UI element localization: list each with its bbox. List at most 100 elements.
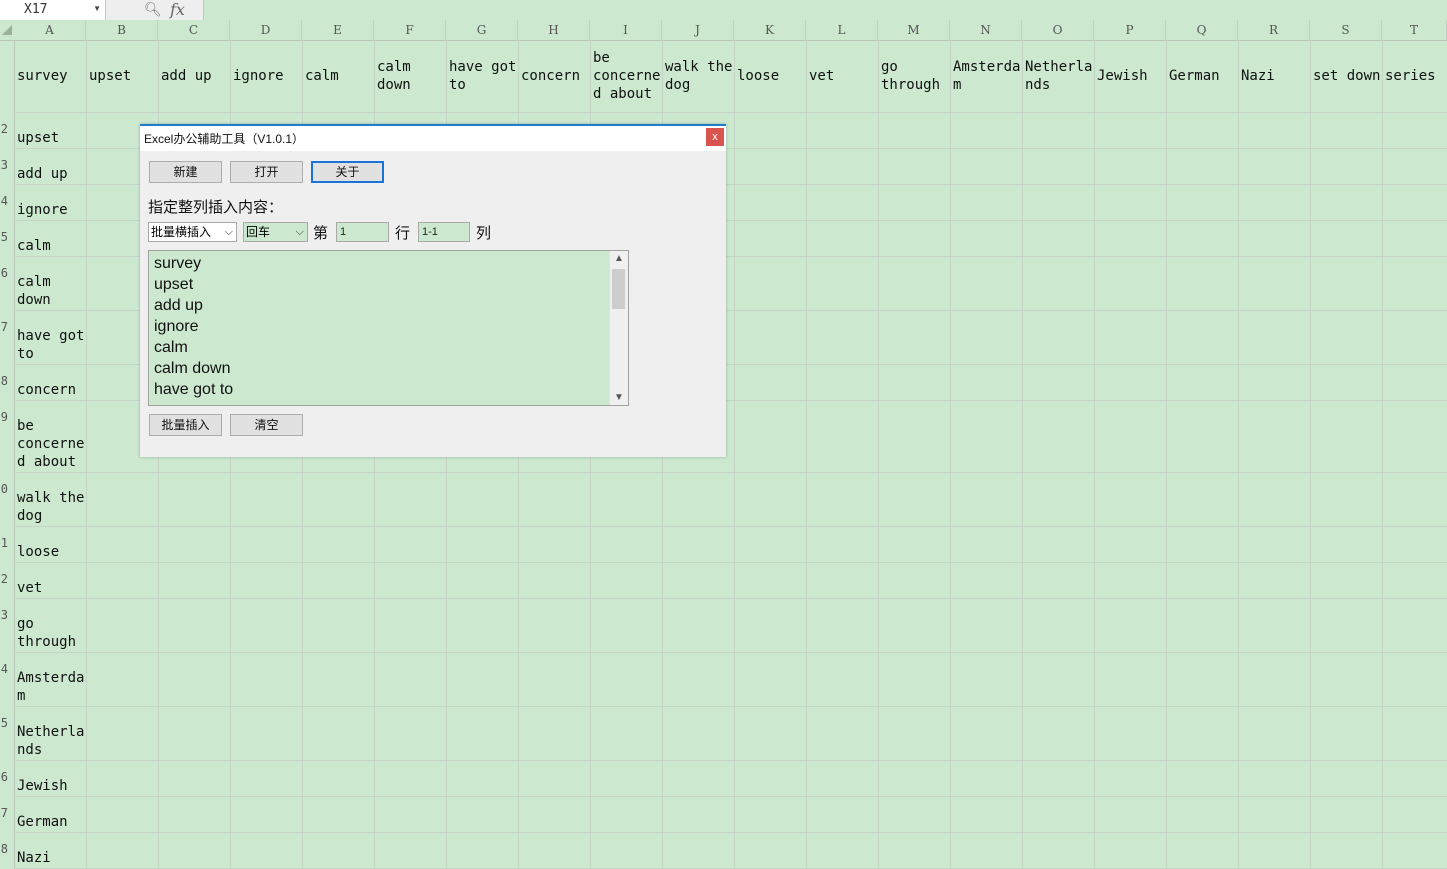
cell-text: be concerne d about (17, 418, 85, 470)
cell-text: vet (17, 580, 43, 596)
column-header-n[interactable]: N (950, 20, 1022, 40)
column-header-a[interactable]: A (14, 20, 86, 40)
cell-text: Nazi (17, 850, 51, 866)
chevron-down-icon[interactable]: ▼ (93, 4, 101, 13)
separator-select-value: 回车 (246, 225, 271, 239)
grid-row-line (14, 472, 1447, 473)
di-label: 第 (313, 225, 329, 242)
column-header-m[interactable]: M (878, 20, 950, 40)
row-header[interactable]: 4 (1, 194, 8, 208)
cell-text: loose (737, 68, 780, 84)
cell-text: survey (17, 68, 68, 84)
column-header-q[interactable]: Q (1166, 20, 1238, 40)
cell-text: Jewish (17, 778, 68, 794)
row-header[interactable]: 5 (1, 230, 8, 244)
close-button[interactable]: x (706, 128, 724, 146)
grid-column-line (734, 40, 735, 868)
grid-column-line (1094, 40, 1095, 868)
column-header-e[interactable]: E (302, 20, 374, 40)
row-header[interactable]: 7 (1, 806, 8, 820)
open-button[interactable]: 打开 (230, 161, 303, 183)
zoom-icon[interactable]: 🔍︎ (144, 1, 162, 18)
row-header[interactable]: 8 (1, 842, 8, 856)
row-header[interactable]: 4 (1, 662, 8, 676)
cell-text: calm down (17, 274, 51, 308)
cell-text: series (1385, 68, 1436, 84)
grid-column-line (1382, 40, 1383, 868)
cell-text: loose (17, 544, 60, 560)
row-label: 行 (395, 225, 411, 242)
scroll-thumb[interactable] (612, 269, 625, 309)
grid-column-line (806, 40, 807, 868)
cell-text: add up (161, 68, 212, 84)
text-line: calm down (154, 360, 231, 377)
row-header[interactable]: 8 (1, 374, 8, 388)
column-header-c[interactable]: C (158, 20, 230, 40)
name-box[interactable]: X17 ▼ (0, 0, 106, 20)
name-box-value: X17 (24, 2, 48, 17)
column-input[interactable]: 1-1 (418, 222, 470, 242)
grid-row-line (14, 562, 1447, 563)
cell-text: concern (17, 382, 77, 398)
row-header[interactable]: 9 (1, 410, 8, 424)
column-header-k[interactable]: K (734, 20, 806, 40)
column-header-l[interactable]: L (806, 20, 878, 40)
column-header-j[interactable]: J (662, 20, 734, 40)
mode-select-value: 批量横插入 (151, 225, 212, 239)
batch-insert-button[interactable]: 批量插入 (149, 414, 222, 436)
column-header-h[interactable]: H (518, 20, 590, 40)
separator-select[interactable]: 回车 ⌵ (243, 222, 308, 242)
row-header[interactable]: 2 (1, 572, 8, 586)
cell-text: have got to (17, 328, 85, 362)
row-input[interactable]: 1 (336, 222, 389, 242)
row-header[interactable]: 3 (1, 158, 8, 172)
grid-column-line (950, 40, 951, 868)
column-header-t[interactable]: T (1382, 20, 1447, 40)
about-button[interactable]: 关于 (311, 161, 384, 183)
mode-select[interactable]: 批量横插入 ⌵ (148, 222, 237, 242)
row-header-column: 2 3 4 5 6 7 8 9 0 1 2 3 4 5 6 7 8 (0, 40, 15, 868)
column-header-o[interactable]: O (1022, 20, 1094, 40)
column-header-g[interactable]: G (446, 20, 518, 40)
text-line: add up (154, 297, 203, 314)
fx-icon[interactable]: fx (170, 0, 185, 19)
row-header[interactable]: 6 (1, 770, 8, 784)
select-all-corner[interactable] (0, 20, 14, 40)
grid-row-line (14, 832, 1447, 833)
clear-button[interactable]: 清空 (230, 414, 303, 436)
cell-text: ignore (17, 202, 68, 218)
column-header-s[interactable]: S (1310, 20, 1382, 40)
row-header[interactable]: 2 (1, 122, 8, 136)
text-line: calm (154, 339, 188, 356)
row-header[interactable]: 1 (1, 536, 8, 550)
section-label: 指定整列插入内容： (148, 199, 284, 216)
textarea-scrollbar[interactable]: ▲ ▼ (609, 251, 628, 405)
scroll-down-icon[interactable]: ▼ (614, 392, 624, 403)
column-header-r[interactable]: R (1238, 20, 1310, 40)
row-header[interactable]: 0 (1, 482, 8, 496)
row-header[interactable]: 3 (1, 608, 8, 622)
column-header-b[interactable]: B (86, 20, 158, 40)
new-button[interactable]: 新建 (149, 161, 222, 183)
dialog-title-bar[interactable]: Excel办公辅助工具（V1.0.1） x (140, 126, 726, 151)
row-header[interactable]: 7 (1, 320, 8, 334)
grid-column-line (86, 40, 87, 868)
text-line: upset (154, 276, 194, 293)
grid-column-line (1022, 40, 1023, 868)
cell-text: walk the dog (17, 490, 85, 524)
text-line: ignore (154, 318, 199, 335)
row-header[interactable]: 5 (1, 716, 8, 730)
column-header-d[interactable]: D (230, 20, 302, 40)
column-header-i[interactable]: I (590, 20, 662, 40)
cell-text: add up (17, 166, 68, 182)
cell-text: Jewish (1097, 68, 1148, 84)
scroll-up-icon[interactable]: ▲ (614, 253, 624, 264)
select-all-triangle-icon (2, 25, 12, 35)
row-header[interactable]: 6 (1, 266, 8, 280)
column-header-f[interactable]: F (374, 20, 446, 40)
content-textarea[interactable]: survey upset add up ignore calm calm dow… (148, 250, 629, 406)
cell-text: upset (17, 130, 60, 146)
cell-text: Amsterda m (953, 59, 1021, 93)
column-header-p[interactable]: P (1094, 20, 1166, 40)
formula-bar: X17 ▼ 🔍︎ fx (0, 0, 1447, 21)
